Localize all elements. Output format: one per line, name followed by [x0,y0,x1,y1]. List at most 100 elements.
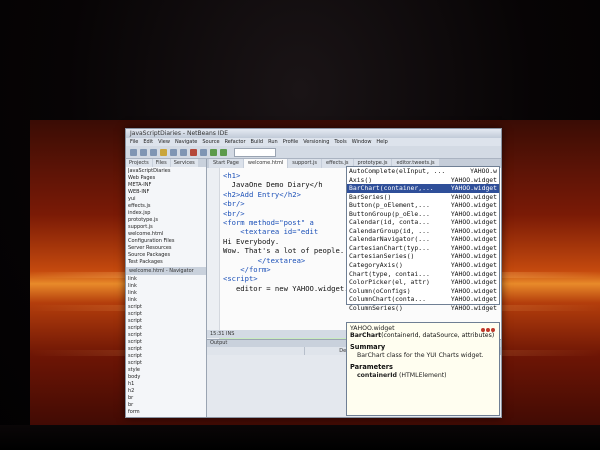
editor-tab[interactable]: welcome.html [243,159,288,168]
menu-item[interactable]: Build [251,138,264,146]
run-icon[interactable] [210,148,217,156]
autocomplete-item-name: Calendar(id, conta... [349,218,430,227]
autocomplete-item-name: ColorPicker(el, attr) [349,278,430,287]
autocomplete-item-name: CartesianSeries() [349,252,415,261]
tree-item[interactable]: Server Resources [128,245,204,252]
navigator-item[interactable]: script [128,353,204,360]
navigator-item[interactable]: h2 [128,388,204,395]
autocomplete-item[interactable]: Calendar(id, conta... YAHOO.widget [347,218,499,227]
autocomplete-item[interactable]: ColumnSeries() YAHOO.widget [347,304,499,313]
navigator-item[interactable]: script [128,360,204,367]
tree-item[interactable]: META-INF [128,182,204,189]
navigator-item[interactable]: h1 [128,381,204,388]
menu-item[interactable]: File [130,138,138,146]
navigator-item[interactable]: script [128,304,204,311]
autocomplete-item-name: BarChart(container,... [349,184,434,193]
back-icon[interactable] [481,328,485,332]
menu-item[interactable]: Edit [143,138,153,146]
autocomplete-item[interactable]: ButtonGroup(p_oEle... YAHOO.widget [347,210,499,219]
menu-item[interactable]: Run [268,138,278,146]
tree-item[interactable]: prototype.js [128,217,204,224]
copy-icon[interactable] [170,148,177,156]
paste-icon[interactable] [180,148,187,156]
menu-item[interactable]: Navigate [175,138,197,146]
tree-item[interactable]: effects.js [128,203,204,210]
navigator-item[interactable]: script [128,318,204,325]
navigator-item[interactable]: link [128,276,204,283]
autocomplete-item[interactable]: Chart(type, contai... YAHOO.widget [347,270,499,279]
autocomplete-item[interactable]: CategoryAxis() YAHOO.widget [347,261,499,270]
menu-item[interactable]: View [158,138,170,146]
undo-icon[interactable] [190,148,197,156]
navigator-item[interactable]: script [128,346,204,353]
menu-item[interactable]: Tools [334,138,346,146]
navigator-item[interactable]: form [128,409,204,416]
tree-item[interactable]: JavaScriptDiaries [128,168,204,175]
menu-bar: File Edit View Navigate Source Refactor Build R… [126,138,501,146]
panel-tab[interactable]: Projects [126,159,152,167]
navigator-item[interactable]: link [128,283,204,290]
autocomplete-list[interactable]: AutoComplete(elInput, ... YAHOO.w Axis() YA… [346,166,500,312]
menu-item[interactable]: Source [202,138,219,146]
forward-icon[interactable] [486,328,490,332]
menu-item[interactable]: Profile [283,138,299,146]
menu-item[interactable]: Window [352,138,372,146]
open-project-icon[interactable] [140,148,147,156]
editor-tab[interactable]: support.js [288,159,321,168]
menu-item[interactable]: Refactor [225,138,246,146]
autocomplete-item[interactable]: ColumnChart(conta... YAHOO.widget [347,295,499,304]
config-select[interactable] [234,147,276,157]
autocomplete-item-name: CategoryAxis() [349,261,403,270]
autocomplete-item[interactable]: CalendarNavigator(... YAHOO.widget [347,235,499,244]
autocomplete-item[interactable]: CartesianSeries() YAHOO.widget [347,252,499,261]
debug-icon[interactable] [220,148,227,156]
tree-item[interactable]: Web Pages [128,175,204,182]
tree-item[interactable]: index.jsp [128,210,204,217]
code-line: <br/> [223,199,245,209]
tree-item[interactable]: Source Packages [128,252,204,259]
tree-item[interactable]: yui [128,196,204,203]
tree-item[interactable]: Configuration Files [128,238,204,245]
navigator-item[interactable]: br [128,402,204,409]
menu-item[interactable]: Versioning [303,138,329,146]
autocomplete-item[interactable]: CartesianChart(typ... YAHOO.widget [347,244,499,253]
code-line: <textarea id="edit [223,227,319,237]
autocomplete-item[interactable]: Button(p_oElement,... YAHOO.widget [347,201,499,210]
autocomplete-item[interactable]: BarChart(container,... YAHOO.widget [347,184,499,193]
navigator-item[interactable]: link [128,297,204,304]
cut-icon[interactable] [160,148,167,156]
doc-nav-icons[interactable] [481,328,495,332]
save-icon[interactable] [150,148,157,156]
tree-item[interactable]: Test Packages [128,259,204,266]
close-icon[interactable] [491,328,495,332]
panel-tab[interactable]: Files [152,159,170,167]
autocomplete-item[interactable]: Column(oConfigs) YAHOO.widget [347,287,499,296]
new-file-icon[interactable] [130,148,137,156]
navigator-item[interactable]: style [128,367,204,374]
navigator-item[interactable]: script [128,311,204,318]
autocomplete-item-package: YAHOO.widget [450,192,497,201]
navigator-item[interactable]: br [128,395,204,402]
panel-tab[interactable]: Services [170,159,198,167]
autocomplete-item-package: YAHOO.widget [450,261,497,270]
tree-item[interactable]: WEB-INF [128,189,204,196]
code-text[interactable]: <h1> JavaOne Demo Diary</h <h2>Add Entry<… [223,171,349,293]
toolbar [126,146,501,159]
editor-tab[interactable]: Start Page [209,159,243,168]
navigator-item[interactable]: body [128,374,204,381]
autocomplete-item[interactable]: BarSeries() YAHOO.widget [347,193,499,202]
code-line: <h1> [223,171,241,180]
navigator-item[interactable]: link [128,290,204,297]
autocomplete-item[interactable]: Axis() YAHOO.widget [347,176,499,185]
navigator-item[interactable]: script [128,325,204,332]
navigator-item[interactable]: script [128,332,204,339]
redo-icon[interactable] [200,148,207,156]
menu-item[interactable]: Help [376,138,387,146]
autocomplete-item[interactable]: AutoComplete(elInput, ... YAHOO.w [347,167,499,176]
tree-item[interactable]: welcome.html [128,231,204,238]
autocomplete-item[interactable]: CalendarGroup(id, ... YAHOO.widget [347,227,499,236]
navigator-item[interactable]: script [128,339,204,346]
code-line: <form method="post" a [223,218,314,228]
autocomplete-item[interactable]: ColorPicker(el, attr) YAHOO.widget [347,278,499,287]
tree-item[interactable]: support.js [128,224,204,231]
